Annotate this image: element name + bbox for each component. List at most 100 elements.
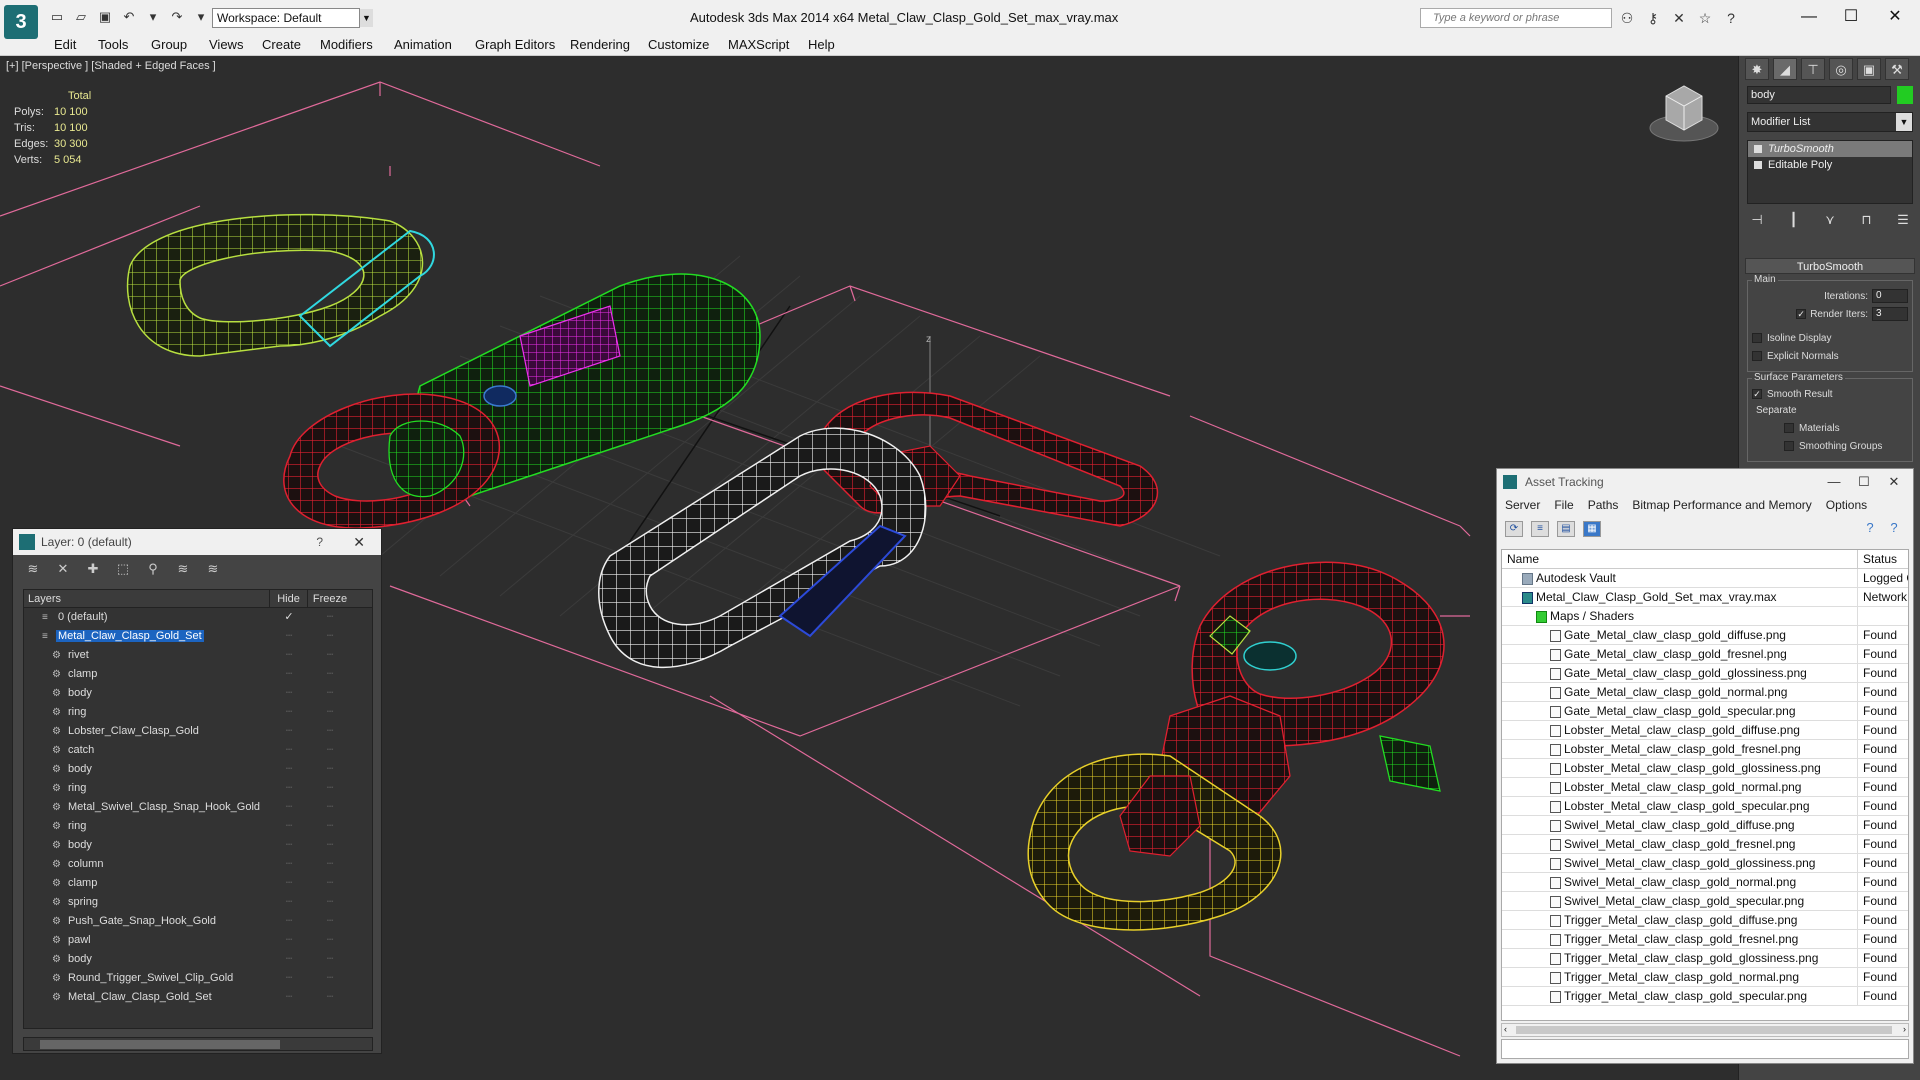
utilities-tab-icon[interactable]: ⚒ — [1885, 58, 1909, 80]
asset-row[interactable]: Lobster_Metal_claw_clasp_gold_specular.p… — [1502, 797, 1908, 816]
light-bulb-icon[interactable] — [1754, 145, 1762, 153]
materials-checkbox[interactable] — [1784, 423, 1794, 433]
layer-name-cell[interactable]: ⚙ body — [24, 684, 270, 703]
asset-row[interactable]: Swivel_Metal_claw_clasp_gold_fresnel.png… — [1502, 835, 1908, 854]
close-button[interactable]: ✕ — [1880, 6, 1910, 28]
menu-views[interactable]: Views — [209, 37, 243, 52]
viewport-label[interactable]: [+] [Perspective ] [Shaded + Edged Faces… — [6, 60, 216, 72]
hide-toggle[interactable]: ┄ — [270, 950, 308, 969]
asset-row[interactable]: Trigger_Metal_claw_clasp_gold_glossiness… — [1502, 949, 1908, 968]
object-color-swatch[interactable] — [1897, 86, 1913, 104]
asset-name-cell[interactable]: Swivel_Metal_claw_clasp_gold_fresnel.png — [1502, 835, 1858, 853]
stack-item-editable-poly[interactable]: Editable Poly — [1748, 157, 1912, 173]
freeze-toggle[interactable]: ┄ — [308, 608, 352, 627]
layer-name-cell[interactable]: ⚙ Push_Gate_Snap_Hook_Gold — [24, 912, 270, 931]
layer-name-cell[interactable]: ⚙ body — [24, 836, 270, 855]
layer-row[interactable]: ⚙ body ┄ ┄ — [24, 950, 372, 969]
freeze-toggle[interactable]: ┄ — [308, 703, 352, 722]
layer-name-cell[interactable]: ⚙ body — [24, 950, 270, 969]
asset-name-cell[interactable]: Lobster_Metal_claw_clasp_gold_fresnel.pn… — [1502, 740, 1858, 758]
asset-name-cell[interactable]: Lobster_Metal_claw_clasp_gold_specular.p… — [1502, 797, 1858, 815]
layer-row[interactable]: ⚙ body ┄ ┄ — [24, 684, 372, 703]
hide-toggle[interactable]: ┄ — [270, 817, 308, 836]
viewcube-icon[interactable] — [1649, 85, 1719, 142]
layer-name-cell[interactable]: ⚙ Lobster_Claw_Clasp_Gold — [24, 722, 270, 741]
help-icon[interactable]: ? — [316, 529, 323, 555]
hide-toggle[interactable]: ✓ — [270, 608, 308, 627]
freeze-toggle[interactable]: ┄ — [308, 912, 352, 931]
create-layer-icon[interactable]: ✚ — [85, 561, 101, 577]
hide-toggle[interactable]: ┄ — [270, 969, 308, 988]
freeze-toggle[interactable]: ┄ — [308, 760, 352, 779]
hide-toggle[interactable]: ┄ — [270, 893, 308, 912]
hide-toggle[interactable]: ┄ — [270, 855, 308, 874]
menu-rendering[interactable]: Rendering — [570, 37, 630, 52]
asset-row[interactable]: Gate_Metal_claw_clasp_gold_diffuse.png Fo… — [1502, 626, 1908, 645]
chevron-down-icon[interactable]: ▼ — [1896, 113, 1912, 131]
hide-toggle[interactable]: ┄ — [270, 684, 308, 703]
asset-row[interactable]: Trigger_Metal_claw_clasp_gold_diffuse.pn… — [1502, 911, 1908, 930]
maximize-button[interactable]: ☐ — [1836, 6, 1866, 28]
rollout-title[interactable]: TurboSmooth — [1745, 258, 1915, 274]
menu-group[interactable]: Group — [151, 37, 187, 52]
layer-row[interactable]: ⚙ ring ┄ ┄ — [24, 817, 372, 836]
asset-name-cell[interactable]: Trigger_Metal_claw_clasp_gold_fresnel.pn… — [1502, 930, 1858, 948]
layer-name-cell[interactable]: ≡ 0 (default) — [24, 608, 270, 627]
asset-name-cell[interactable]: Trigger_Metal_claw_clasp_gold_diffuse.pn… — [1502, 911, 1858, 929]
asset-name-cell[interactable]: Trigger_Metal_claw_clasp_gold_specular.p… — [1502, 987, 1858, 1005]
layer-horizontal-scrollbar[interactable] — [23, 1037, 373, 1051]
asset-row[interactable]: Metal_Claw_Clasp_Gold_Set_max_vray.max Ne… — [1502, 588, 1908, 607]
freeze-toggle[interactable]: ┄ — [308, 779, 352, 798]
menu-modifiers[interactable]: Modifiers — [320, 37, 373, 52]
freeze-toggle[interactable]: ┄ — [308, 627, 352, 646]
scroll-left-icon[interactable]: ‹ — [1504, 1024, 1507, 1034]
asset-horizontal-scrollbar[interactable]: ‹ › — [1501, 1023, 1909, 1037]
hierarchy-tab-icon[interactable]: ⊤ — [1801, 58, 1825, 80]
freeze-all-icon[interactable]: ≋ — [205, 561, 221, 577]
help-icon[interactable]: ? — [1861, 521, 1879, 537]
freeze-toggle[interactable]: ┄ — [308, 874, 352, 893]
show-end-result-icon[interactable]: ┃ — [1784, 210, 1804, 230]
menu-animation[interactable]: Animation — [394, 37, 452, 52]
layer-row[interactable]: ⚙ body ┄ ┄ — [24, 760, 372, 779]
freeze-toggle[interactable]: ┄ — [308, 969, 352, 988]
layer-row[interactable]: ⚙ pawl ┄ ┄ — [24, 931, 372, 950]
menu-edit[interactable]: Edit — [54, 37, 76, 52]
layer-name-cell[interactable]: ⚙ ring — [24, 817, 270, 836]
asset-row[interactable]: Lobster_Metal_claw_clasp_gold_fresnel.pn… — [1502, 740, 1908, 759]
scroll-thumb[interactable] — [40, 1040, 280, 1049]
context-help-icon[interactable]: ? — [1885, 521, 1903, 537]
menu-bitmap-performance[interactable]: Bitmap Performance and Memory — [1632, 495, 1811, 515]
asset-name-cell[interactable]: Gate_Metal_claw_clasp_gold_glossiness.pn… — [1502, 664, 1858, 682]
close-icon[interactable]: ✕ — [353, 529, 365, 555]
hide-toggle[interactable]: ┄ — [270, 665, 308, 684]
asset-row[interactable]: Autodesk Vault Logged O — [1502, 569, 1908, 588]
hide-all-icon[interactable]: ≋ — [175, 561, 191, 577]
maximize-icon[interactable]: ☐ — [1851, 469, 1877, 495]
hide-toggle[interactable]: ┄ — [270, 798, 308, 817]
asset-row[interactable]: Lobster_Metal_claw_clasp_gold_normal.png… — [1502, 778, 1908, 797]
redo-dropdown-icon[interactable]: ▾ — [192, 9, 210, 25]
menu-tools[interactable]: Tools — [98, 37, 128, 52]
freeze-toggle[interactable]: ┄ — [308, 665, 352, 684]
stack-item-turbosmooth[interactable]: TurboSmooth — [1748, 141, 1912, 157]
asset-name-cell[interactable]: Autodesk Vault — [1502, 569, 1858, 587]
asset-row[interactable]: Gate_Metal_claw_clasp_gold_specular.png F… — [1502, 702, 1908, 721]
pin-stack-icon[interactable]: ⊣ — [1747, 210, 1767, 230]
menu-graph-editors[interactable]: Graph Editors — [475, 37, 555, 52]
asset-window-titlebar[interactable]: Asset Tracking — ☐ ✕ — [1497, 469, 1913, 495]
layer-name-cell[interactable]: ⚙ clamp — [24, 874, 270, 893]
smooth-result-checkbox[interactable]: ✓ — [1752, 389, 1762, 399]
asset-name-cell[interactable]: Swivel_Metal_claw_clasp_gold_normal.png — [1502, 873, 1858, 891]
modifier-list-dropdown[interactable]: Modifier List ▼ — [1747, 112, 1913, 132]
hide-toggle[interactable]: ┄ — [270, 912, 308, 931]
layer-name-cell[interactable]: ⚙ rivet — [24, 646, 270, 665]
layers-stack-icon[interactable]: ≋ — [25, 561, 41, 577]
freeze-toggle[interactable]: ┄ — [308, 931, 352, 950]
layer-row[interactable]: ⚙ Metal_Swivel_Clasp_Snap_Hook_Gold ┄ ┄ — [24, 798, 372, 817]
layer-name-cell[interactable]: ≡ Metal_Claw_Clasp_Gold_Set — [24, 627, 270, 646]
hide-toggle[interactable]: ┄ — [270, 931, 308, 950]
freeze-toggle[interactable]: ┄ — [308, 893, 352, 912]
col-name[interactable]: Name — [1502, 550, 1858, 568]
asset-row[interactable]: Swivel_Metal_claw_clasp_gold_glossiness.… — [1502, 854, 1908, 873]
